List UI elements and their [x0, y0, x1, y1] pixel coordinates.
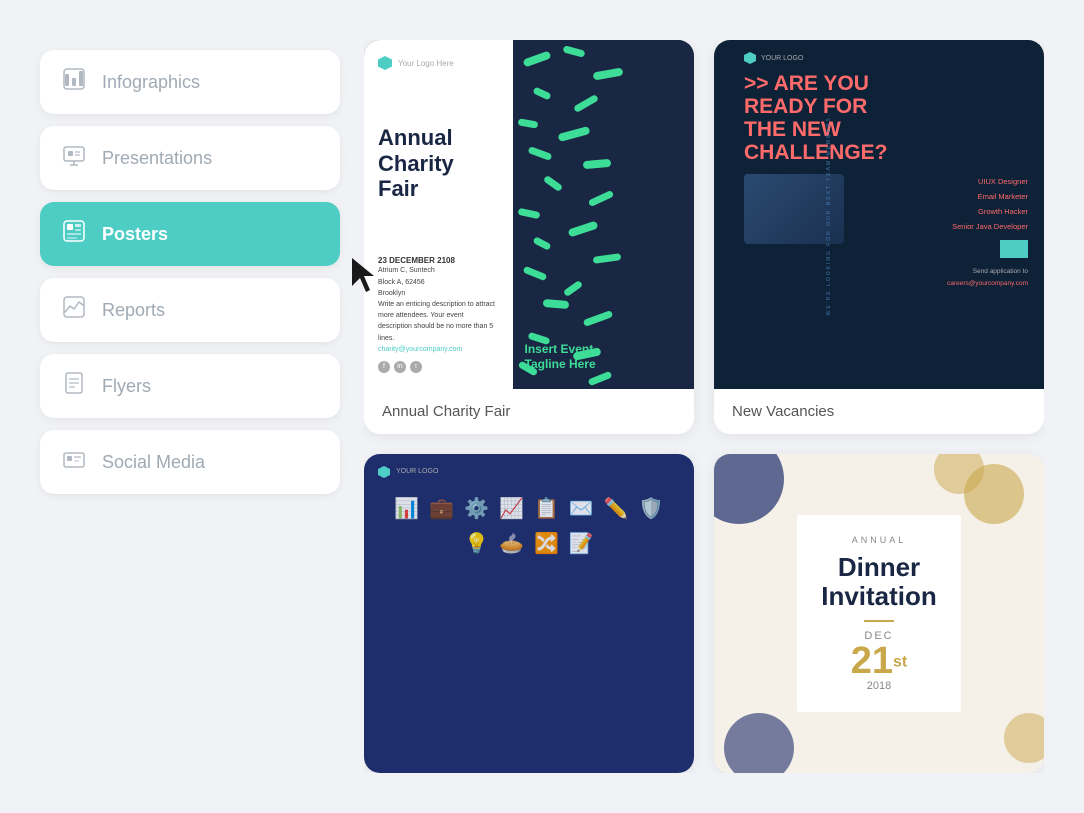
app-container: Infographics Presentations: [20, 20, 1064, 793]
sidebar-item-infographics[interactable]: Infographics: [40, 50, 340, 114]
charity-right: Insert EventTagline Here: [513, 40, 695, 389]
charity-left: Your Logo Here AnnualCharityFair 23 DECE…: [364, 40, 513, 389]
deco-circle-1: [714, 454, 784, 524]
presentations-icon: [62, 144, 86, 172]
sidebar-item-social-media[interactable]: Social Media: [40, 430, 340, 494]
charity-date: 23 DECEMBER 2108: [378, 256, 499, 265]
vac-photo-row: UIUX Designer Email Marketer Growth Hack…: [714, 164, 1044, 258]
dinner-divider: [864, 620, 894, 622]
card-new-vacancies[interactable]: WE'RE LOOKING FOR OUR NEXT TEAM MEMBERS.…: [714, 40, 1044, 434]
logo-hex: [378, 56, 392, 70]
cards-grid: Your Logo Here AnnualCharityFair 23 DECE…: [364, 40, 1044, 773]
charity-title-block: AnnualCharityFair: [378, 125, 499, 201]
business-poster: YOUR LOGO 📊 💼 ⚙️ 📈 📋 ✉️ ✏️ 🛡️: [364, 454, 694, 773]
sidebar-item-posters[interactable]: Posters: [40, 202, 340, 266]
dinner-poster: ANNUAL DinnerInvitation DEC 21st 2018: [714, 454, 1044, 773]
sidebar-item-flyers[interactable]: Flyers: [40, 354, 340, 418]
deco-circle-5: [1004, 713, 1044, 763]
dinner-date-block: 21st: [821, 642, 937, 680]
biz-hex-icon: [378, 466, 390, 478]
biz-icon-pie: 🥧: [499, 531, 524, 556]
vac-hex-icon: [744, 52, 756, 64]
biz-icon-briefcase: 💼: [429, 496, 454, 521]
vacancies-poster: WE'RE LOOKING FOR OUR NEXT TEAM MEMBERS.…: [714, 40, 1044, 389]
vac-headline-block: >> ARE YOUREADY FORTHE NEWCHALLENGE?: [714, 64, 1044, 164]
dinner-title: DinnerInvitation: [821, 553, 937, 613]
social-media-icon: [62, 448, 86, 476]
biz-icon-shield: 🛡️: [639, 496, 664, 521]
charity-logo-row: Your Logo Here: [378, 56, 499, 70]
charity-details-block: 23 DECEMBER 2108 Atrium C, Suntech Block…: [378, 256, 499, 373]
deco-circle-4: [724, 713, 794, 773]
content-area: Your Logo Here AnnualCharityFair 23 DECE…: [364, 40, 1044, 773]
dinner-content-card: ANNUAL DinnerInvitation DEC 21st 2018: [797, 515, 961, 713]
infographics-icon: [62, 68, 86, 96]
dinner-sup: st: [893, 654, 907, 671]
biz-logo-row: YOUR LOGO: [364, 454, 694, 490]
vac-job-list: UIUX Designer Email Marketer Growth Hack…: [852, 174, 1028, 234]
biz-logo-text: YOUR LOGO: [396, 468, 438, 475]
charity-tagline: Insert EventTagline Here: [525, 342, 596, 373]
vac-job-4: Senior Java Developer: [852, 219, 1028, 234]
vertical-text: WE'RE LOOKING FOR OUR NEXT TEAM MEMBERS.: [826, 113, 832, 315]
teal-accent: [1000, 240, 1028, 258]
vac-logo-row: YOUR LOGO: [714, 40, 1044, 64]
reports-label: Reports: [102, 300, 165, 321]
vac-jobs-right: UIUX Designer Email Marketer Growth Hack…: [852, 174, 1028, 258]
biz-icon-mail: ✉️: [569, 496, 594, 521]
vac-job-2: Email Marketer: [852, 189, 1028, 204]
vac-logo-text: YOUR LOGO: [761, 55, 803, 62]
vac-job-1: UIUX Designer: [852, 174, 1028, 189]
sidebar-item-reports[interactable]: Reports: [40, 278, 340, 342]
presentations-label: Presentations: [102, 148, 212, 169]
card-annual-charity-fair[interactable]: Your Logo Here AnnualCharityFair 23 DECE…: [364, 40, 694, 434]
vac-job-3: Growth Hacker: [852, 204, 1028, 219]
card-new-vacancies-image: WE'RE LOOKING FOR OUR NEXT TEAM MEMBERS.…: [714, 40, 1044, 389]
social-icons-row: f in t: [378, 361, 499, 373]
biz-icon-note: 📝: [569, 531, 594, 556]
vac-headline: >> ARE YOUREADY FORTHE NEWCHALLENGE?: [744, 72, 1028, 164]
card-annual-charity-fair-image: Your Logo Here AnnualCharityFair 23 DECE…: [364, 40, 694, 389]
biz-icon-gear: ⚙️: [464, 496, 489, 521]
reports-icon: [62, 296, 86, 324]
dinner-year: 2018: [821, 680, 937, 692]
card-annual-charity-fair-label: Annual Charity Fair: [364, 389, 694, 434]
charity-main-title: AnnualCharityFair: [378, 125, 499, 201]
dinner-date-big: 21: [851, 640, 893, 682]
charity-poster: Your Logo Here AnnualCharityFair 23 DECE…: [364, 40, 694, 389]
biz-icons-container: 📊 💼 ⚙️ 📈 📋 ✉️ ✏️ 🛡️ 💡 🥧 🔀 📝: [364, 490, 694, 562]
card-business-image: YOUR LOGO 📊 💼 ⚙️ 📈 📋 ✉️ ✏️ 🛡️: [364, 454, 694, 773]
vac-apply-block: Send application tocareers@yourcompany.c…: [714, 258, 1044, 299]
posters-label: Posters: [102, 224, 168, 245]
infographics-label: Infographics: [102, 72, 200, 93]
biz-icon-graph: 📈: [499, 496, 524, 521]
vac-cta: Send application tocareers@yourcompany.c…: [730, 266, 1028, 289]
charity-venue: Atrium C, Suntech Block A, 62456 Brookly…: [378, 265, 499, 355]
logo-text: Your Logo Here: [398, 59, 454, 68]
sidebar: Infographics Presentations: [40, 40, 340, 773]
biz-icon-pencil: ✏️: [604, 496, 629, 521]
sidebar-item-presentations[interactable]: Presentations: [40, 126, 340, 190]
posters-icon: [62, 220, 86, 248]
cursor-icon: [352, 258, 382, 294]
card-business-poster[interactable]: YOUR LOGO 📊 💼 ⚙️ 📈 📋 ✉️ ✏️ 🛡️: [364, 454, 694, 773]
biz-icon-clipboard: 📋: [534, 496, 559, 521]
flyers-label: Flyers: [102, 376, 151, 397]
biz-icon-arrows: 🔀: [534, 531, 559, 556]
card-dinner-image: ANNUAL DinnerInvitation DEC 21st 2018: [714, 454, 1044, 773]
biz-icon-bulb: 💡: [464, 531, 489, 556]
card-new-vacancies-label: New Vacancies: [714, 389, 1044, 434]
social-media-label: Social Media: [102, 452, 205, 473]
dinner-annual-text: ANNUAL: [821, 535, 937, 545]
flyers-icon: [62, 372, 86, 400]
card-dinner-invitation[interactable]: ANNUAL DinnerInvitation DEC 21st 2018: [714, 454, 1044, 773]
squiggles-bg: [513, 40, 695, 389]
biz-icon-chart: 📊: [394, 496, 419, 521]
